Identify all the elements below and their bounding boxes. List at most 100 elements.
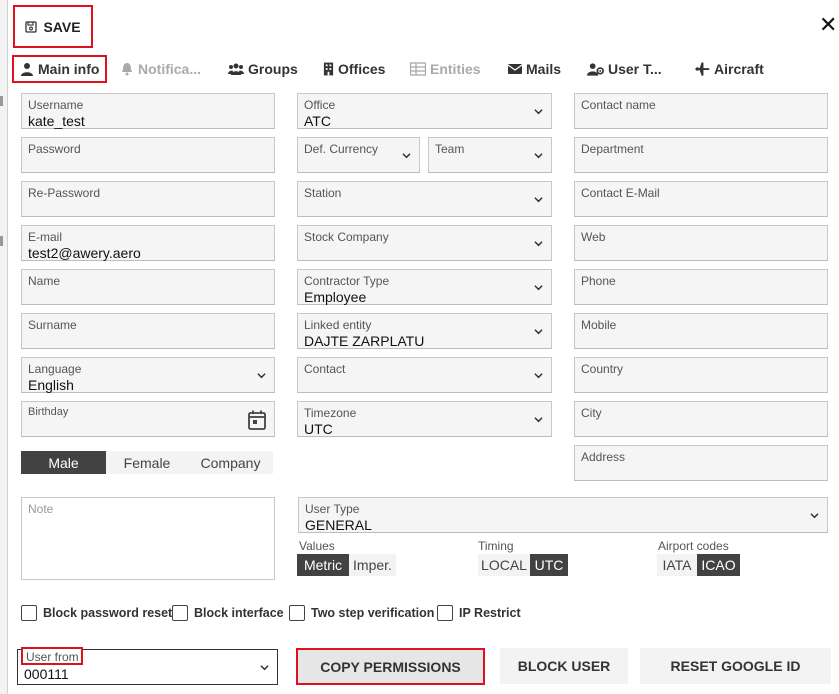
surname-field[interactable]: Surname bbox=[21, 313, 275, 349]
field-label: Web bbox=[581, 230, 606, 244]
field-label: Address bbox=[581, 450, 626, 464]
username-field[interactable]: Username kate_test bbox=[21, 93, 275, 129]
block-user-button[interactable]: BLOCK USER bbox=[500, 648, 628, 684]
email-field[interactable]: E-mail test2@awery.aero bbox=[21, 225, 275, 261]
language-select[interactable]: Language English bbox=[21, 357, 275, 393]
linked-entity-select[interactable]: Linked entity DAJTE ZARPLATU bbox=[297, 313, 552, 349]
tab-label: Offices bbox=[338, 61, 386, 77]
note-textarea[interactable]: Note bbox=[21, 497, 275, 580]
window-edge bbox=[0, 0, 8, 694]
contact-email-field[interactable]: Contact E-Mail bbox=[574, 181, 828, 217]
copy-permissions-button[interactable]: COPY PERMISSIONS bbox=[296, 648, 485, 685]
values-imperial-option[interactable]: Imper. bbox=[349, 554, 396, 576]
checkbox-box[interactable] bbox=[289, 605, 305, 621]
floppy-disk-icon bbox=[25, 20, 38, 33]
values-label: Values bbox=[299, 539, 335, 553]
tab-notifications[interactable]: Notifica... bbox=[120, 55, 201, 83]
city-field[interactable]: City bbox=[574, 401, 828, 437]
tab-label: Groups bbox=[248, 61, 298, 77]
mobile-field[interactable]: Mobile bbox=[574, 313, 828, 349]
tab-label: Mails bbox=[526, 61, 562, 77]
table-icon bbox=[410, 62, 426, 76]
country-field[interactable]: Country bbox=[574, 357, 828, 393]
block-password-reset-checkbox[interactable]: Block password reset bbox=[21, 605, 172, 621]
checkbox-label: IP Restrict bbox=[459, 606, 521, 620]
name-field[interactable]: Name bbox=[21, 269, 275, 305]
gender-male-option[interactable]: Male bbox=[21, 451, 106, 474]
timing-label: Timing bbox=[478, 539, 514, 553]
checkbox-box[interactable] bbox=[21, 605, 37, 621]
timezone-select[interactable]: Timezone UTC bbox=[297, 401, 552, 437]
address-field[interactable]: Address bbox=[574, 445, 828, 481]
field-label: Team bbox=[435, 142, 465, 156]
calendar-icon[interactable] bbox=[248, 410, 266, 430]
birthday-field[interactable]: Birthday bbox=[21, 401, 275, 437]
airport-icao-option[interactable]: ICAO bbox=[697, 554, 740, 576]
edge-marker bbox=[0, 96, 3, 106]
tab-groups[interactable]: Groups bbox=[228, 55, 298, 83]
field-label: User from bbox=[26, 650, 79, 664]
web-field[interactable]: Web bbox=[574, 225, 828, 261]
field-value: ATC bbox=[304, 113, 331, 129]
timing-utc-option[interactable]: UTC bbox=[530, 554, 568, 576]
currency-select[interactable]: Def. Currency bbox=[297, 137, 420, 173]
gender-company-option[interactable]: Company bbox=[188, 451, 273, 474]
close-icon[interactable]: ✕ bbox=[819, 14, 837, 36]
tab-label: Main info bbox=[38, 61, 100, 77]
chevron-down-icon bbox=[260, 665, 269, 671]
tab-label: User T... bbox=[608, 61, 662, 77]
users-icon bbox=[228, 63, 244, 75]
values-metric-option[interactable]: Metric bbox=[297, 554, 349, 576]
password-field[interactable]: Password bbox=[21, 137, 275, 173]
field-value: UTC bbox=[304, 421, 333, 437]
stock-company-select[interactable]: Stock Company bbox=[297, 225, 552, 261]
gender-female-option[interactable]: Female bbox=[106, 451, 188, 474]
tab-aircraft[interactable]: Aircraft bbox=[695, 55, 764, 83]
timing-local-option[interactable]: LOCAL bbox=[478, 554, 530, 576]
tab-mails[interactable]: Mails bbox=[508, 55, 561, 83]
two-step-verification-checkbox[interactable]: Two step verification bbox=[289, 605, 434, 621]
field-label: Office bbox=[304, 98, 336, 112]
field-label: Contact bbox=[304, 362, 346, 376]
field-label: Contact name bbox=[581, 98, 656, 112]
ip-restrict-checkbox[interactable]: IP Restrict bbox=[437, 605, 521, 621]
chevron-down-icon bbox=[402, 153, 411, 159]
block-interface-checkbox[interactable]: Block interface bbox=[172, 605, 284, 621]
contact-select[interactable]: Contact bbox=[297, 357, 552, 393]
save-button[interactable]: SAVE bbox=[13, 5, 93, 48]
field-label: User Type bbox=[305, 502, 360, 516]
tab-label: Entities bbox=[430, 61, 481, 77]
field-label: Contractor Type bbox=[304, 274, 390, 288]
checkbox-label: Block password reset bbox=[43, 606, 173, 620]
repassword-field[interactable]: Re-Password bbox=[21, 181, 275, 217]
team-select[interactable]: Team bbox=[428, 137, 552, 173]
chevron-down-icon bbox=[534, 153, 543, 159]
checkbox-box[interactable] bbox=[172, 605, 188, 621]
tab-main-info[interactable]: Main info bbox=[12, 55, 108, 83]
chevron-down-icon bbox=[534, 109, 543, 115]
tab-user-types[interactable]: User T... bbox=[587, 55, 662, 83]
field-label: Note bbox=[28, 502, 54, 516]
office-select[interactable]: Office ATC bbox=[297, 93, 552, 129]
field-label: Stock Company bbox=[304, 230, 389, 244]
field-label: Username bbox=[28, 98, 84, 112]
tab-offices[interactable]: Offices bbox=[323, 55, 385, 83]
chevron-down-icon bbox=[534, 373, 543, 379]
checkbox-label: Block interface bbox=[194, 606, 284, 620]
user-type-select[interactable]: User Type GENERAL bbox=[298, 497, 828, 533]
tab-entities[interactable]: Entities bbox=[410, 55, 481, 83]
chevron-down-icon bbox=[810, 513, 819, 519]
phone-field[interactable]: Phone bbox=[574, 269, 828, 305]
field-label: Surname bbox=[28, 318, 77, 332]
field-value: Employee bbox=[304, 289, 367, 305]
contact-name-field[interactable]: Contact name bbox=[574, 93, 828, 129]
field-label: Birthday bbox=[28, 406, 69, 418]
department-field[interactable]: Department bbox=[574, 137, 828, 173]
field-label: Password bbox=[28, 142, 81, 156]
reset-google-id-button[interactable]: RESET GOOGLE ID bbox=[640, 648, 831, 684]
field-label: Contact E-Mail bbox=[581, 186, 660, 200]
checkbox-box[interactable] bbox=[437, 605, 453, 621]
station-select[interactable]: Station bbox=[297, 181, 552, 217]
contractor-type-select[interactable]: Contractor Type Employee bbox=[297, 269, 552, 305]
airport-iata-option[interactable]: IATA bbox=[657, 554, 697, 576]
